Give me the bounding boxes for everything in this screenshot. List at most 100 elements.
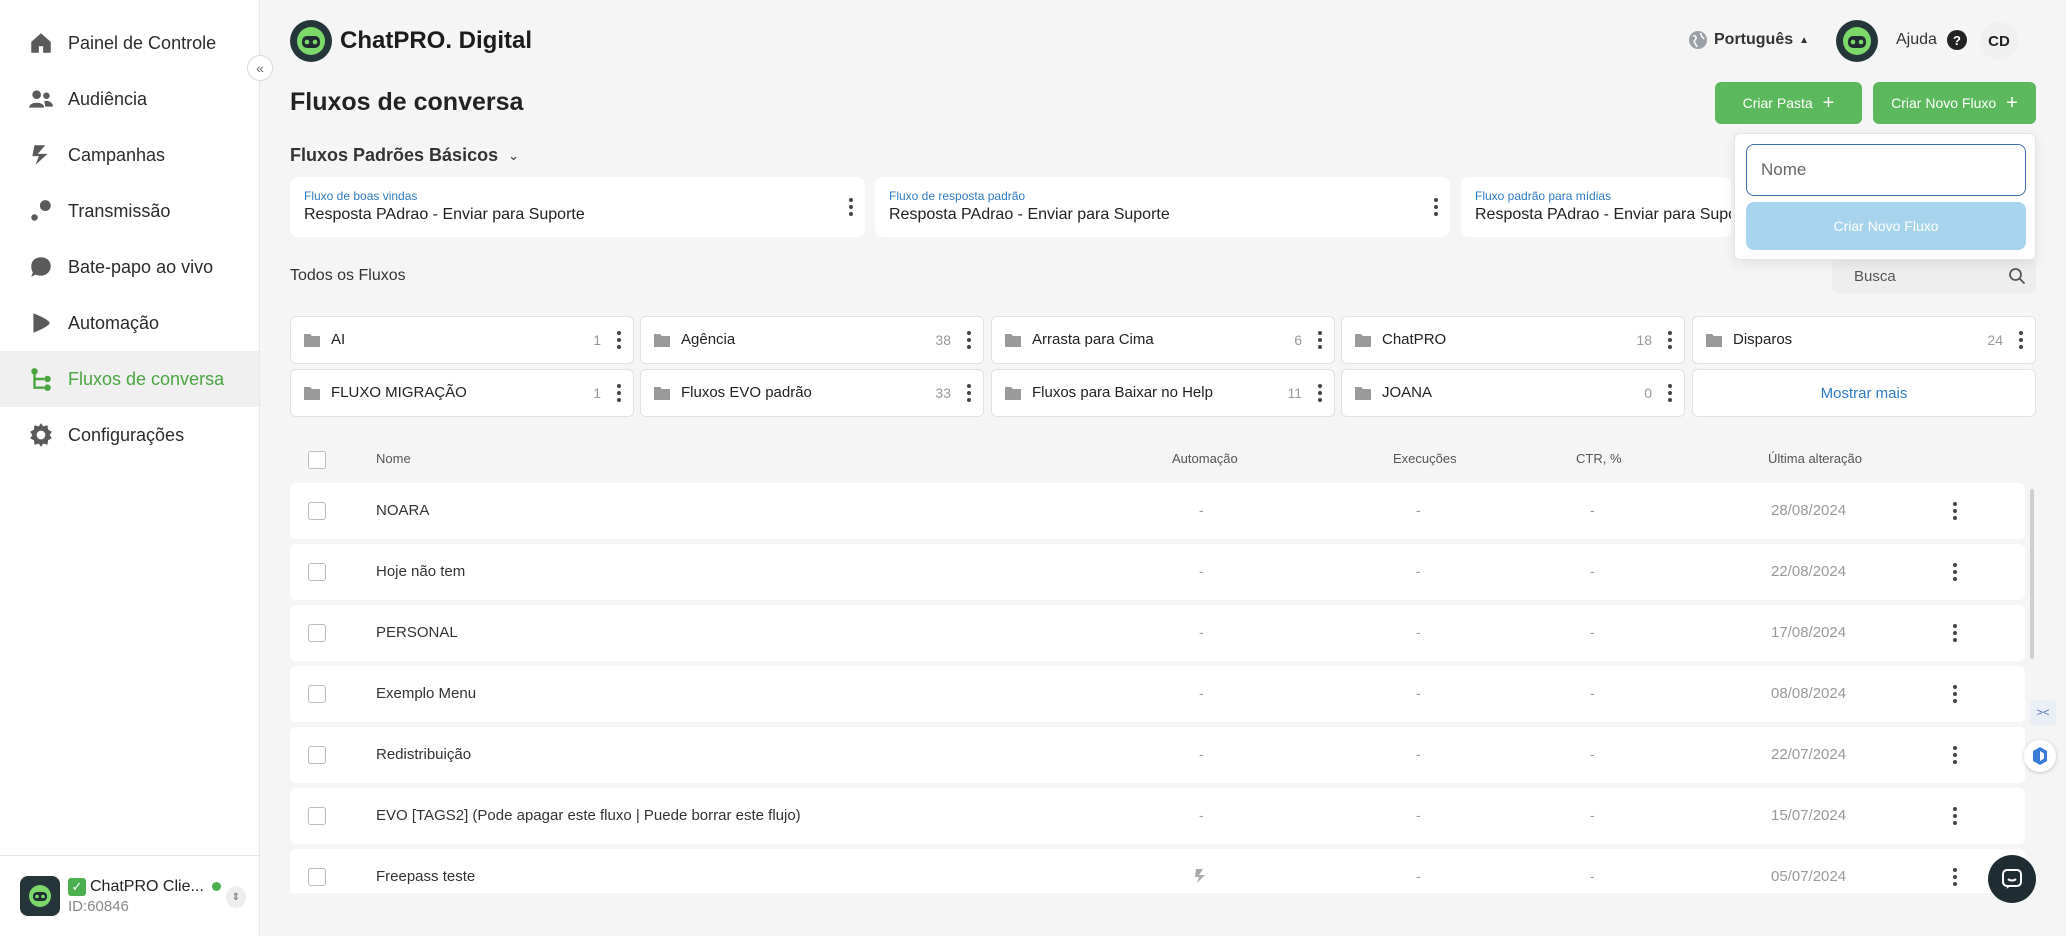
automation-cell: - xyxy=(1199,563,1204,579)
sidebar-item-dashboard[interactable]: Painel de Controle xyxy=(0,15,259,71)
user-avatar[interactable]: CD xyxy=(1980,22,2018,60)
table-row[interactable]: Redistribuição - - - 22/07/2024 xyxy=(290,727,2025,783)
more-options-icon[interactable] xyxy=(965,382,973,404)
column-header-ctr[interactable]: CTR, % xyxy=(1576,451,1622,466)
default-flows-title: Fluxos Padrões Básicos xyxy=(290,145,499,165)
more-options-icon[interactable] xyxy=(1951,622,1959,644)
more-options-icon[interactable] xyxy=(615,382,623,404)
create-folder-button[interactable]: Criar Pasta + xyxy=(1715,82,1862,124)
folder-card[interactable]: Fluxos para Baixar no Help 11 xyxy=(991,369,1335,417)
table-row[interactable]: Hoje não tem - - - 22/08/2024 xyxy=(290,544,2025,600)
column-header-name[interactable]: Nome xyxy=(376,451,411,466)
app-logo[interactable]: ChatPRO. Digital xyxy=(290,20,532,62)
more-options-icon[interactable] xyxy=(1316,329,1324,351)
table-row[interactable]: NOARA - - - 28/08/2024 xyxy=(290,483,2025,539)
more-options-icon[interactable] xyxy=(1666,382,1674,404)
sidebar-item-campaigns[interactable]: Campanhas xyxy=(0,127,259,183)
row-checkbox[interactable] xyxy=(308,502,326,520)
more-options-icon[interactable] xyxy=(1951,744,1959,766)
assistant-widget-icon[interactable] xyxy=(2024,740,2056,772)
row-checkbox[interactable] xyxy=(308,807,326,825)
more-options-icon[interactable] xyxy=(847,196,855,218)
row-checkbox[interactable] xyxy=(308,563,326,581)
sidebar-item-live-chat[interactable]: Bate-papo ao vivo xyxy=(0,239,259,295)
default-flow-card[interactable]: Fluxo padrão para mídias Resposta PAdrao… xyxy=(1461,177,1731,237)
search-box xyxy=(1832,259,2036,293)
create-flow-label: Criar Novo Fluxo xyxy=(1891,95,1997,111)
more-options-icon[interactable] xyxy=(965,329,973,351)
question-icon: ? xyxy=(1946,30,1967,50)
footer-gap xyxy=(260,893,2066,936)
folder-card[interactable]: ChatPRO 18 xyxy=(1341,316,1685,364)
more-options-icon[interactable] xyxy=(615,329,623,351)
sidebar-item-label: Configurações xyxy=(68,424,185,445)
select-all-checkbox[interactable] xyxy=(308,451,326,469)
more-options-icon[interactable] xyxy=(1951,500,1959,522)
folder-card[interactable]: FLUXO MIGRAÇÃO 1 xyxy=(290,369,634,417)
row-checkbox[interactable] xyxy=(308,624,326,642)
code-widget-icon[interactable]: >< xyxy=(2030,700,2056,726)
executions-cell: - xyxy=(1416,563,1421,579)
folder-card[interactable]: Agência 38 xyxy=(640,316,984,364)
support-chat-button[interactable] xyxy=(1988,855,2036,903)
sidebar-item-automation[interactable]: Automação xyxy=(0,295,259,351)
column-header-last-modified[interactable]: Última alteração xyxy=(1768,451,1862,466)
folder-card[interactable]: AI 1 xyxy=(290,316,634,364)
more-options-icon[interactable] xyxy=(1951,683,1959,705)
folder-card[interactable]: JOANA 0 xyxy=(1341,369,1685,417)
default-flow-card[interactable]: Fluxo de resposta padrão Resposta PAdrao… xyxy=(875,177,1450,237)
robot-avatar-icon[interactable] xyxy=(1836,20,1878,62)
folder-name: AI xyxy=(331,331,346,348)
folder-name: FLUXO MIGRAÇÃO xyxy=(331,384,467,401)
create-flow-button[interactable]: Criar Novo Fluxo + xyxy=(1873,82,2036,124)
more-options-icon[interactable] xyxy=(1951,805,1959,827)
default-flow-card[interactable]: Fluxo de boas vindas Resposta PAdrao - E… xyxy=(290,177,865,237)
default-flows-toggle[interactable]: Fluxos Padrões Básicos ⌄ xyxy=(290,145,519,166)
folder-card[interactable]: Fluxos EVO padrão 33 xyxy=(640,369,984,417)
search-icon[interactable] xyxy=(2008,267,2026,285)
row-checkbox[interactable] xyxy=(308,746,326,764)
row-checkbox[interactable] xyxy=(308,685,326,703)
help-link[interactable]: Ajuda ? xyxy=(1896,30,1967,50)
more-options-icon[interactable] xyxy=(1666,329,1674,351)
more-options-icon[interactable] xyxy=(2017,329,2025,351)
language-label: Português xyxy=(1714,31,1794,48)
default-flow-label: Fluxo de boas vindas xyxy=(304,189,418,203)
table-row[interactable]: Freepass teste - - 05/07/2024 xyxy=(290,849,2025,893)
executions-cell: - xyxy=(1416,685,1421,701)
column-header-automation[interactable]: Automação xyxy=(1172,451,1238,466)
create-flow-popover: Criar Novo Fluxo xyxy=(1734,133,2036,260)
sidebar-item-label: Automação xyxy=(68,312,160,333)
folder-count: 0 xyxy=(1644,385,1652,401)
collapse-sidebar-button[interactable]: « xyxy=(247,55,273,81)
table-row[interactable]: EVO [TAGS2] (Pode apagar este fluxo | Pu… xyxy=(290,788,2025,844)
sidebar-item-broadcast[interactable]: Transmissão xyxy=(0,183,259,239)
folder-count: 1 xyxy=(593,385,601,401)
broadcast-icon xyxy=(28,198,54,224)
table-row[interactable]: Exemplo Menu - - - 08/08/2024 xyxy=(290,666,2025,722)
automation-cell: - xyxy=(1199,685,1204,701)
language-selector[interactable]: Português ▲ xyxy=(1688,30,1809,50)
table-row[interactable]: PERSONAL - - - 17/08/2024 xyxy=(290,605,2025,661)
home-icon xyxy=(28,30,54,56)
expand-updown-icon[interactable]: ⇕ xyxy=(226,886,246,908)
table-scrollbar[interactable] xyxy=(2030,489,2034,659)
show-more-button[interactable]: Mostrar mais xyxy=(1692,369,2036,417)
create-flow-submit-button[interactable]: Criar Novo Fluxo xyxy=(1746,202,2026,250)
row-checkbox[interactable] xyxy=(308,868,326,886)
column-header-executions[interactable]: Execuções xyxy=(1393,451,1457,466)
folder-card[interactable]: Arrasta para Cima 6 xyxy=(991,316,1335,364)
sidebar-item-label: Fluxos de conversa xyxy=(68,368,225,389)
logo-text: ChatPRO. Digital xyxy=(340,27,533,54)
account-switcher[interactable]: ✓ ChatPRO Clie... ID:60846 ⇕ xyxy=(0,855,259,936)
folder-card[interactable]: Disparos 24 xyxy=(1692,316,2036,364)
more-options-icon[interactable] xyxy=(1951,561,1959,583)
sidebar-item-audience[interactable]: Audiência xyxy=(0,71,259,127)
more-options-icon[interactable] xyxy=(1316,382,1324,404)
more-options-icon[interactable] xyxy=(1432,196,1440,218)
search-input[interactable] xyxy=(1854,265,1994,287)
sidebar-item-settings[interactable]: Configurações xyxy=(0,407,259,463)
flow-name-input[interactable] xyxy=(1746,144,2026,196)
sidebar-item-conversation-flows[interactable]: Fluxos de conversa xyxy=(0,351,259,407)
more-options-icon[interactable] xyxy=(1951,866,1959,888)
